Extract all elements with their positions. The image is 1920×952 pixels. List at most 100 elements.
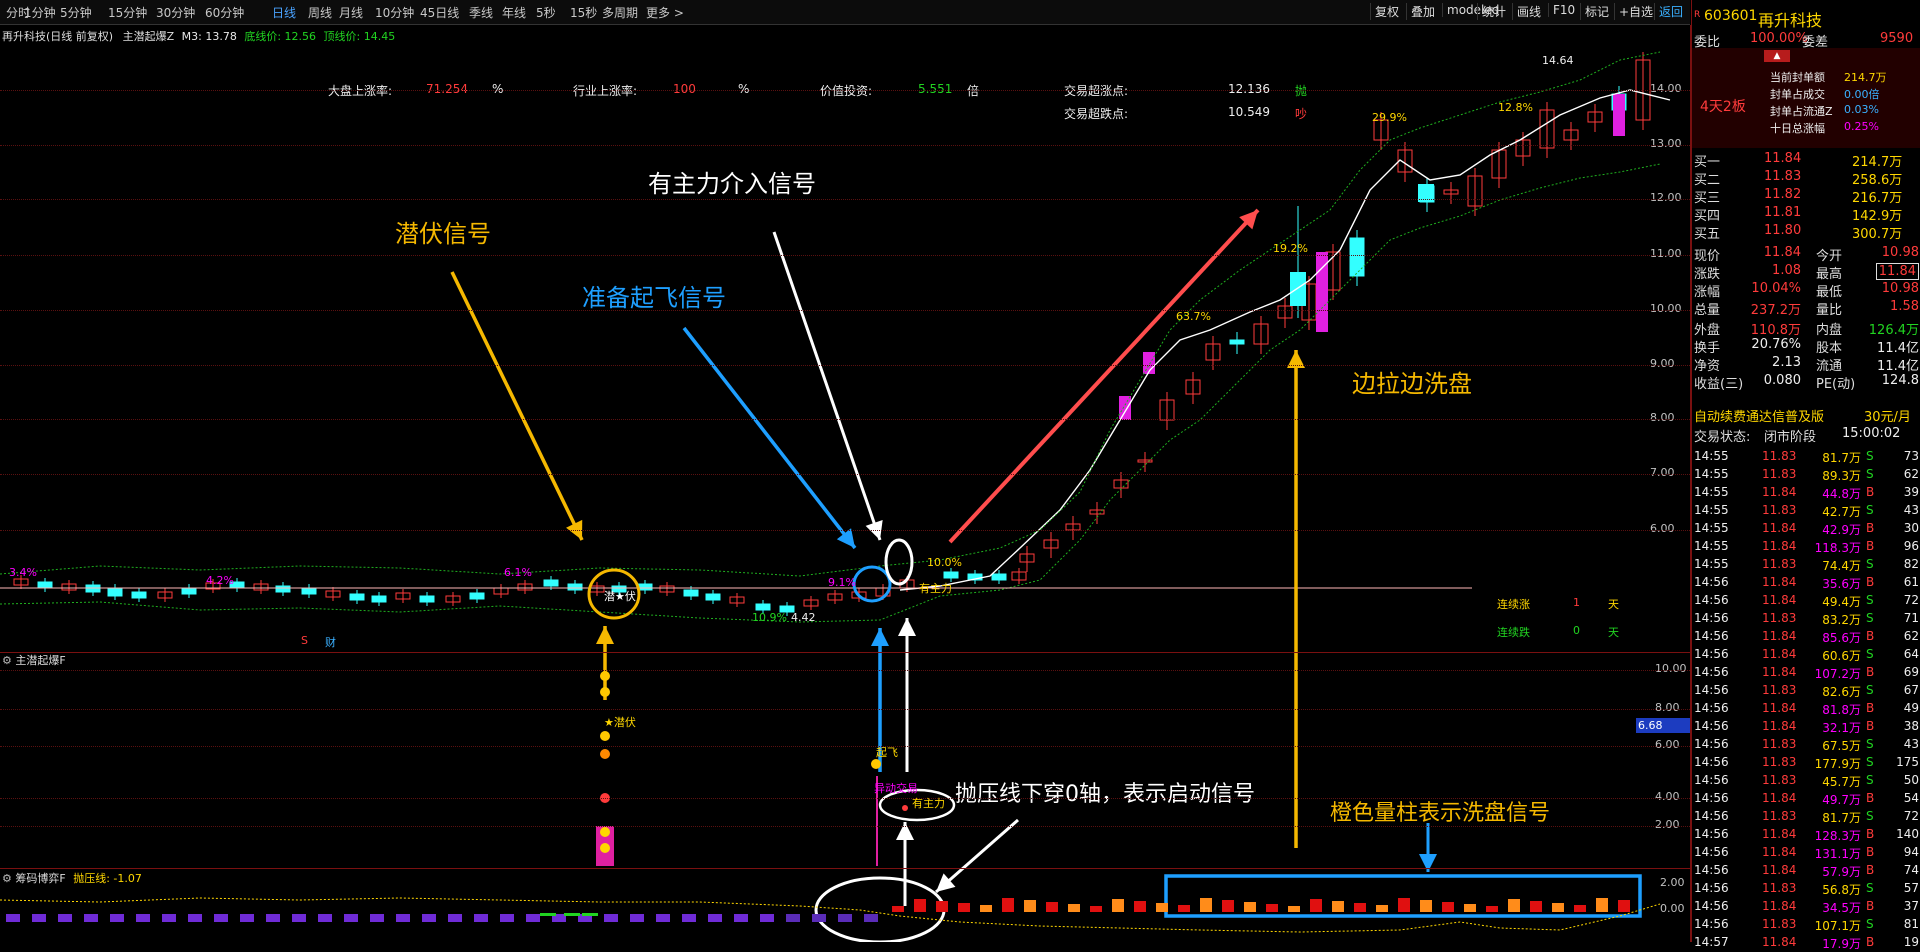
bid-label: 买五: [1694, 227, 1721, 242]
tick-row[interactable]: 14:57 11.84 17.9万 B 19: [1692, 933, 1920, 951]
status-value: 闭市阶段: [1764, 430, 1817, 445]
pressure-bar-up: [914, 899, 926, 912]
tick-row[interactable]: 14:56 11.84 32.1万 B 38: [1692, 717, 1920, 735]
stat-value-2: 11.84: [1875, 263, 1919, 280]
indicator1-header[interactable]: ⚙ 主潜起爆F: [2, 652, 66, 668]
tick-row[interactable]: 14:56 11.83 82.6万 S 67: [1692, 681, 1920, 699]
collapse-button[interactable]: ▲: [1764, 50, 1790, 62]
tick-volume: 81.8万: [1822, 703, 1861, 717]
bid-row[interactable]: 买三 11.82 216.7万: [1692, 186, 1920, 206]
pct-label-3-4: 3.4%: [9, 566, 37, 579]
tick-row[interactable]: 14:56 11.83 67.5万 S 43: [1692, 735, 1920, 753]
tick-row[interactable]: 14:56 11.84 131.1万 B 94: [1692, 843, 1920, 861]
pressure-bar-up: [1156, 903, 1168, 912]
tick-price: 11.84: [1762, 665, 1797, 679]
bid-row[interactable]: 买四 11.81 142.9万: [1692, 204, 1920, 224]
tick-row[interactable]: 14:56 11.84 35.6万 B 61: [1692, 573, 1920, 591]
wecha-value: 9590: [1880, 31, 1914, 46]
tick-time: 14:57: [1694, 935, 1729, 949]
pressure-bar-up: [1310, 899, 1322, 912]
price-gridline-6: [0, 419, 1690, 420]
tick-row[interactable]: 14:55 11.84 42.9万 B 30: [1692, 519, 1920, 537]
stat-row: 换手 20.76% 股本 11.4亿: [1692, 336, 1920, 356]
tick-row[interactable]: 14:56 11.84 60.6万 S 64: [1692, 645, 1920, 663]
tick-row[interactable]: 14:56 11.84 57.9万 B 74: [1692, 861, 1920, 879]
pressure-bar: [266, 914, 280, 922]
tick-row[interactable]: 14:56 11.83 107.1万 S 81: [1692, 915, 1920, 933]
stat-value: 20.76%: [1751, 337, 1801, 352]
tick-time: 14:56: [1694, 755, 1729, 769]
tick-price: 11.83: [1762, 773, 1797, 787]
tick-row[interactable]: 14:55 11.83 42.7万 S 43: [1692, 501, 1920, 519]
annotation-wash-while-pull: 边拉边洗盘: [1352, 370, 1472, 398]
tick-count: 50: [1903, 773, 1919, 787]
tick-row[interactable]: 14:56 11.84 85.6万 B 62: [1692, 627, 1920, 645]
consecutive-down-label: 连续跌: [1497, 626, 1530, 639]
ad-row[interactable]: 自动续费通达信普及版 30元/月: [1692, 405, 1920, 425]
indicator1-title[interactable]: 主潜起爆F: [15, 654, 65, 667]
price-tick-8: 6.00: [1650, 522, 1675, 535]
pressure-bar: [240, 914, 254, 922]
tick-volume: 45.7万: [1822, 775, 1861, 789]
tick-row[interactable]: 14:55 11.83 89.3万 S 62: [1692, 465, 1920, 483]
tick-row[interactable]: 14:56 11.84 107.2万 B 69: [1692, 663, 1920, 681]
stat-value-2: 10.98: [1881, 281, 1919, 296]
ind-ready-arrow-head: [871, 628, 889, 646]
indicator2-header[interactable]: ⚙ 筹码博弈F 抛压线: -1.07: [2, 870, 142, 886]
high-price-label: 14.64: [1542, 54, 1574, 67]
tick-row[interactable]: 14:56 11.84 128.3万 B 140: [1692, 825, 1920, 843]
pressure-bar: [6, 914, 20, 922]
tick-row[interactable]: 14:56 11.83 81.7万 S 72: [1692, 807, 1920, 825]
pressure-bar-up: [1464, 904, 1476, 912]
tick-side: B: [1866, 827, 1875, 841]
pct-label-4-2: 4.2%: [206, 574, 234, 587]
bid-row[interactable]: 买一 11.84 214.7万: [1692, 150, 1920, 170]
tick-row[interactable]: 14:56 11.83 177.9万 S 175: [1692, 753, 1920, 771]
pressure-bar: [370, 914, 384, 922]
tick-time: 14:56: [1694, 737, 1729, 751]
tick-price: 11.83: [1762, 611, 1797, 625]
tick-time: 14:56: [1694, 665, 1729, 679]
tick-count: 71: [1903, 611, 1919, 625]
annotation-orange-bar: 橙色量柱表示洗盘信号: [1330, 801, 1551, 826]
tick-volume: 60.6万: [1822, 649, 1861, 663]
pressure-bar: [32, 914, 46, 922]
bid-row[interactable]: 买五 11.80 300.7万: [1692, 222, 1920, 242]
ad-text[interactable]: 自动续费通达信普及版: [1694, 406, 1824, 425]
tick-volume: 56.8万: [1822, 883, 1861, 897]
tick-time: 14:56: [1694, 917, 1729, 931]
pressure-bar: [214, 914, 228, 922]
ind1-main-force-dot: [902, 805, 908, 811]
tick-row[interactable]: 14:56 11.84 81.8万 B 49: [1692, 699, 1920, 717]
pressure-bar-up: [1420, 900, 1432, 912]
indicator2-title[interactable]: 筹码博弈F: [15, 872, 65, 885]
ind1-takeoff-text: 起飞: [876, 746, 898, 759]
tick-side: S: [1866, 809, 1874, 823]
price-gridline-2: [0, 199, 1690, 200]
bid-row[interactable]: 买二 11.83 258.6万: [1692, 168, 1920, 188]
cai-marker: 财: [325, 636, 336, 649]
tick-row[interactable]: 14:56 11.84 34.5万 B 37: [1692, 897, 1920, 915]
tick-row[interactable]: 14:56 11.83 83.2万 S 71: [1692, 609, 1920, 627]
pressure-bar: [812, 914, 826, 922]
stat-value-2: 1.58: [1890, 299, 1919, 314]
ready-circle: [852, 565, 892, 603]
tick-row[interactable]: 14:55 11.83 74.4万 S 82: [1692, 555, 1920, 573]
tick-row[interactable]: 14:55 11.84 118.3万 B 96: [1692, 537, 1920, 555]
candle: [181, 587, 197, 595]
tick-volume: 81.7万: [1822, 811, 1861, 825]
settings-icon[interactable]: ⚙: [2, 654, 12, 667]
settings-icon-2[interactable]: ⚙: [2, 872, 12, 885]
candle: [755, 603, 771, 611]
ad-price[interactable]: 30元/月: [1864, 406, 1911, 425]
tick-row[interactable]: 14:56 11.83 56.8万 S 57: [1692, 879, 1920, 897]
tick-row[interactable]: 14:56 11.84 49.4万 S 72: [1692, 591, 1920, 609]
tick-count: 81: [1903, 917, 1919, 931]
tick-side: B: [1866, 719, 1875, 733]
tick-row[interactable]: 14:55 11.84 44.8万 B 39: [1692, 483, 1920, 501]
tick-row[interactable]: 14:56 11.83 45.7万 S 50: [1692, 771, 1920, 789]
tick-row[interactable]: 14:56 11.84 49.7万 B 54: [1692, 789, 1920, 807]
indicator1-current-value: 6.68: [1636, 718, 1690, 733]
candle: [683, 589, 699, 597]
tick-row[interactable]: 14:55 11.83 81.7万 S 73: [1692, 447, 1920, 465]
